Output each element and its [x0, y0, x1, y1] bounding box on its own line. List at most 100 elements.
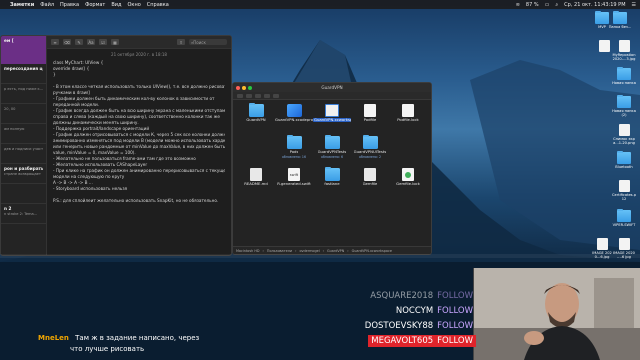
finder-item[interactable]: GuardVPNTests обновлено: 6 — [313, 134, 351, 166]
list-view-icon[interactable]: ≡ — [51, 39, 59, 45]
search-icon[interactable]: ⌕ — [555, 2, 558, 8]
control-center-icon[interactable]: ☰ — [632, 2, 636, 8]
finder-window: GuardVPN GuardVPN GuardVPN.xcodeproj Gua… — [232, 82, 432, 255]
xcode-workspace-icon — [325, 104, 339, 117]
share-icon[interactable]: ⇪ — [177, 39, 185, 45]
note-list-snippet: р есть, под ниже к... — [4, 87, 43, 91]
desktop-icon[interactable] — [592, 40, 616, 53]
notes-search-input[interactable]: ⌕ Поиск — [189, 39, 227, 45]
desktop-icon[interactable]: Снимок экра...1-20.png — [612, 124, 636, 145]
view-mode-button[interactable] — [255, 93, 261, 98]
desktop-icon[interactable]: Certificates.p12 — [612, 180, 636, 201]
note-list-item[interactable] — [1, 184, 46, 204]
follower-name: DOSTOEVSKY88 — [364, 321, 434, 331]
finder-item[interactable]: fastlane — [313, 166, 351, 198]
folder-icon — [324, 134, 340, 149]
note-editor[interactable]: 21 октября 2020 г. в 18:18 class MyChart… — [47, 49, 231, 255]
finder-item-name: Podfile.lock — [397, 118, 419, 122]
menu-item-format[interactable]: Формат — [85, 2, 105, 8]
clock[interactable]: Ср, 21 окт. 11:43:19 PM — [564, 2, 625, 8]
menu-item-file[interactable]: Файл — [40, 2, 54, 8]
desktop-icon[interactable]: Новая папка (2) — [612, 94, 636, 117]
folder-icon — [617, 66, 631, 80]
trash-icon[interactable]: ⌫ — [63, 39, 71, 45]
menu-item-window[interactable]: Окно — [128, 2, 141, 8]
path-segment[interactable]: Пользователи — [267, 249, 292, 253]
checklist-icon[interactable]: ☑ — [99, 39, 107, 45]
finder-item[interactable]: GuardVPNUITests обновлено: 2 — [351, 134, 389, 166]
battery-icon[interactable]: ▭ — [545, 2, 550, 8]
finder-item-name: GuardVPNUITests — [353, 150, 387, 154]
note-list-item[interactable]: пересоздания цен... — [1, 64, 46, 84]
finder-item[interactable]: GuardVPN.xcworkspace — [313, 102, 351, 134]
xcode-project-icon — [286, 104, 302, 117]
table-icon[interactable]: ▦ — [111, 39, 119, 45]
finder-item[interactable]: Podfile.lock — [389, 102, 427, 134]
battery-status[interactable]: 87 % — [526, 2, 539, 8]
path-separator-icon: › — [295, 248, 297, 253]
note-list-item[interactable]: n 2 n stroke 2: Tema... — [1, 204, 46, 224]
finder-item[interactable]: swift R.generated.swift — [275, 166, 313, 198]
path-segment[interactable]: GuardVPN — [327, 249, 344, 253]
wifi-icon[interactable]: ≋ — [516, 2, 520, 8]
finder-item[interactable]: Gemfile — [351, 166, 389, 198]
path-segment[interactable]: ovdermogel — [299, 249, 319, 253]
follow-alert: MEGAVOLT605 FOLLOW — [368, 335, 476, 347]
follower-name: NOCCYM — [395, 306, 434, 316]
note-list-item[interactable]: ам полную — [1, 124, 46, 144]
menu-item-view[interactable]: Вид — [111, 2, 121, 8]
finder-titlebar[interactable]: GuardVPN — [233, 83, 431, 92]
note-list-snippet: n stroke 2: Tema... — [4, 212, 38, 216]
note-list-item[interactable]: 20, 00 — [1, 104, 46, 124]
group-button[interactable] — [264, 93, 270, 98]
menu-item-help[interactable]: Справка — [147, 2, 169, 8]
folder-icon — [617, 94, 631, 108]
note-list-item[interactable]: ем [ — [1, 36, 46, 64]
follow-alert: ASQUARE2018 FOLLOW — [367, 290, 476, 302]
finder-item-name: Gemfile.lock — [396, 182, 420, 186]
finder-item-name: Podfile — [363, 118, 377, 122]
finder-item-name: Gemfile — [362, 182, 378, 186]
file-icon — [618, 180, 630, 192]
path-segment[interactable]: Macintosh HD — [236, 249, 260, 253]
back-button[interactable] — [237, 93, 243, 98]
menu-bar: Заметки Файл Правка Формат Вид Окно Спра… — [0, 0, 640, 9]
file-icon — [618, 238, 630, 250]
dock-strip — [0, 254, 640, 258]
minimize-button[interactable] — [242, 85, 246, 90]
note-list-item[interactable]: дев и подписи участ... — [1, 144, 46, 164]
finder-item[interactable]: GuardVPN.xcodeproj — [275, 102, 313, 134]
desktop-icon[interactable]: VIPER-SWIFT — [612, 208, 636, 227]
note-list-title: ем [ — [4, 38, 14, 43]
desktop-icon[interactable]: Bluetooth — [612, 150, 636, 169]
finder-item-name: fastlane — [324, 182, 340, 186]
follow-label: FOLLOW — [437, 321, 473, 331]
format-icon[interactable]: Aa — [87, 39, 95, 45]
finder-item[interactable]: Podfile — [351, 102, 389, 134]
search-placeholder: Поиск — [193, 39, 206, 45]
finder-item[interactable]: GuardVPN — [237, 102, 275, 134]
desktop-icon[interactable]: Новая папка — [612, 66, 636, 85]
compose-icon[interactable]: ✎ — [75, 39, 83, 45]
note-list-item[interactable]: р есть, под ниже к... — [1, 84, 46, 104]
notes-toolbar: ≡ ⌫ ✎ Aa ☑ ▦ ⇪ ⌕ Поиск — [47, 36, 231, 49]
share-button[interactable] — [273, 93, 279, 98]
path-segment[interactable]: GuardVPN.xcworkspace — [352, 249, 392, 253]
file-icon — [596, 238, 608, 250]
menu-app-name[interactable]: Заметки — [10, 2, 34, 8]
zoom-button[interactable] — [248, 85, 252, 90]
desktop-icon[interactable]: Папка без... — [608, 10, 632, 29]
follower-name: ASQUARE2018 — [370, 291, 434, 301]
file-icon — [618, 124, 630, 136]
finder-item[interactable]: Gemfile.lock — [389, 166, 427, 198]
finder-item[interactable]: README.md — [237, 166, 275, 198]
close-button[interactable] — [236, 85, 240, 90]
chat-username: MneLen — [38, 334, 69, 342]
forward-button[interactable] — [246, 93, 252, 98]
finder-title: GuardVPN — [321, 85, 343, 90]
finder-item[interactable]: Pods обновлено: 16 — [275, 134, 313, 166]
follow-label: FOLLOW — [437, 291, 473, 301]
menu-item-edit[interactable]: Правка — [60, 2, 79, 8]
note-list-item[interactable]: рон и разбирать... стране возвращает — [1, 164, 46, 184]
document-icon — [364, 104, 376, 117]
